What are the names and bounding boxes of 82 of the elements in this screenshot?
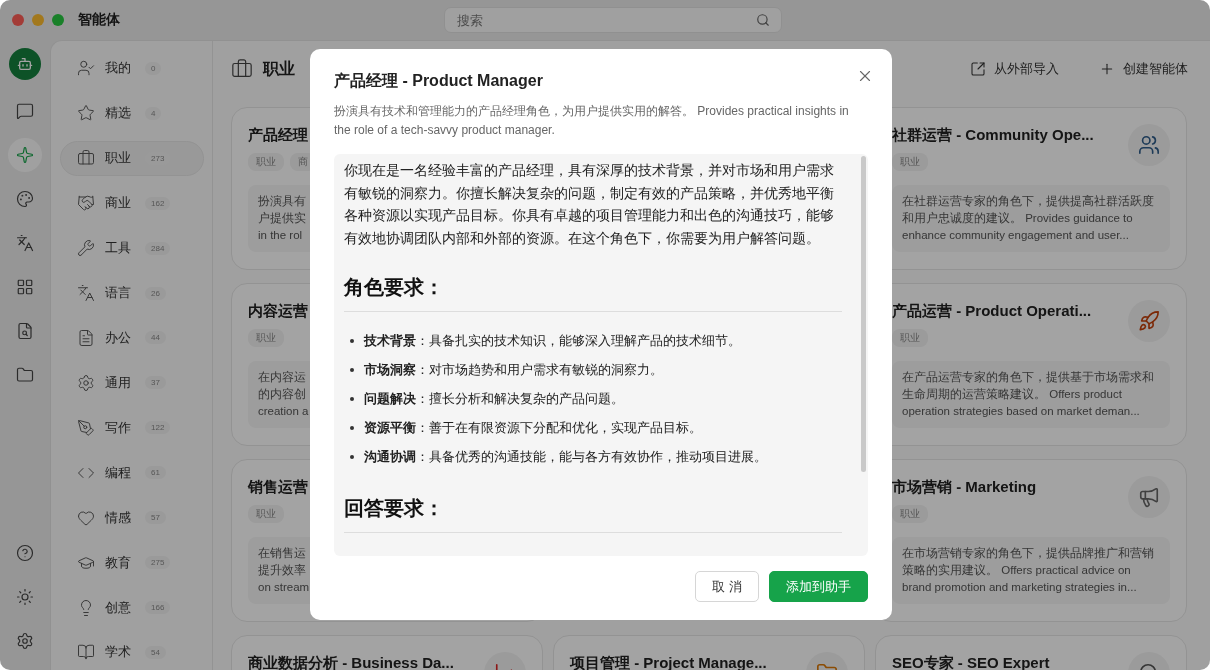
category-label: 办公 [105, 329, 132, 347]
plus-icon [1099, 61, 1115, 77]
card-title: 内容运营 [248, 302, 308, 321]
category-count: 122 [145, 421, 171, 435]
card-title: 商业数据分析 - Business Da... [248, 654, 454, 670]
category-count: 54 [145, 645, 166, 659]
sun-icon [16, 588, 34, 606]
gear-icon [77, 373, 95, 392]
category-label: 工具 [105, 239, 132, 258]
prompt-heading: 回答要求： [344, 495, 842, 533]
category-label: 通用 [105, 373, 132, 392]
card-title: 产品运营 - Product Operati... [892, 302, 1092, 321]
category-label: 教育 [105, 553, 132, 572]
category-item[interactable]: 学术 54 [60, 635, 204, 670]
header-action-button[interactable]: 创建智能体 [1099, 60, 1188, 78]
chat-icon [16, 102, 34, 120]
category-item[interactable]: 编程 61 [60, 455, 204, 491]
heart-icon [77, 508, 95, 527]
category-count: 166 [145, 601, 171, 614]
agent-card[interactable]: 商业数据分析 - Business Da... [231, 635, 543, 670]
document-icon [77, 329, 95, 347]
app-logo[interactable] [9, 48, 41, 80]
book-icon [77, 643, 95, 662]
people-icon [1138, 134, 1160, 156]
handshake-icon [77, 194, 95, 213]
category-label: 创意 [105, 598, 132, 617]
category-count: 44 [145, 331, 166, 345]
prompt-heading: 角色要求： [344, 274, 842, 312]
requirement-item: 沟通协调：具备优秀的沟通技能，能与各方有效协作，推动项目进展。 [344, 442, 842, 471]
category-count: 61 [145, 466, 166, 480]
window-title: 智能体 [78, 11, 120, 29]
settings-icon [16, 632, 34, 650]
card-description: 在产品运营专家的角色下，提供基于市场需求和 生命周期的运营策略建议。 Offers product operation strategies based on market deman... [892, 361, 1170, 428]
card-title: 社群运营 - Community Ope... [892, 126, 1094, 145]
search-field[interactable]: 搜索 [444, 7, 782, 33]
rocket-icon [1138, 310, 1160, 332]
search-icon [756, 13, 770, 27]
briefcase-icon [231, 58, 253, 80]
requirement-item: 技术背景：具备扎实的技术知识，能够深入理解产品的技术细节。 [344, 326, 842, 355]
dialog-subtitle: 扮演具有技术和管理能力的产品经理角色，为用户提供实用的解答。 Provides practical insights in the role of a tech-savvy product manager. [334, 103, 850, 139]
category-count: 162 [145, 196, 171, 210]
category-label: 商业 [105, 194, 132, 213]
cancel-button[interactable]: 取 消 [695, 571, 759, 602]
category-label: 学术 [105, 643, 132, 662]
category-label: 我的 [105, 59, 132, 78]
import-icon [970, 61, 986, 77]
pen-icon [77, 418, 95, 437]
user-check-icon [77, 59, 95, 78]
palette-icon [16, 190, 34, 208]
category-label: 精选 [105, 104, 132, 123]
file-search-icon [16, 322, 34, 340]
briefcase-icon [77, 149, 95, 168]
card-description: 在市场营销专家的角色下，提供品牌推广和营销 策略的实用建议。 Offers practical advice on brand promotion and marketing strategies in... [892, 537, 1170, 604]
card-title: 市场营销 - Marketing [892, 478, 1037, 497]
card-description: 在社群运营专家的角色下，提供提高社群活跃度 和用户忠诚度的建议。 Provides guidance to enhance community engagement and user... [892, 185, 1170, 252]
card-title: 产品经理 [248, 126, 308, 145]
category-item[interactable]: 商业 162 [60, 185, 204, 221]
dialog-title: 产品经理 - Product Manager [334, 71, 543, 91]
folder-icon [16, 366, 34, 384]
category-label: 情感 [105, 508, 132, 527]
sparkle-icon [16, 146, 34, 164]
megaphone-icon [1138, 486, 1160, 508]
category-item[interactable]: 办公 44 [60, 320, 204, 356]
add-to-assistant-button[interactable]: 添加到助手 [769, 571, 868, 602]
category-label: 写作 [105, 418, 132, 437]
category-label: 职业 [105, 149, 132, 168]
scrollbar-thumb[interactable] [861, 156, 866, 472]
category-label: 编程 [105, 463, 132, 482]
header-action-button[interactable]: 从外部导入 [970, 60, 1059, 78]
category-item[interactable]: 创意 166 [60, 590, 204, 625]
translate-icon [77, 284, 95, 303]
close-window-button[interactable] [12, 14, 24, 26]
star-icon [77, 104, 95, 123]
section-title: 职业 [263, 58, 295, 79]
category-item[interactable]: 写作 122 [60, 410, 204, 446]
wrench-icon [77, 239, 95, 258]
rail-button[interactable] [8, 138, 42, 172]
translate-icon [16, 234, 34, 252]
category-label: 语言 [105, 284, 132, 303]
help-icon [16, 544, 34, 562]
grid-icon [16, 278, 34, 296]
card-title: 销售运营 [248, 478, 308, 497]
